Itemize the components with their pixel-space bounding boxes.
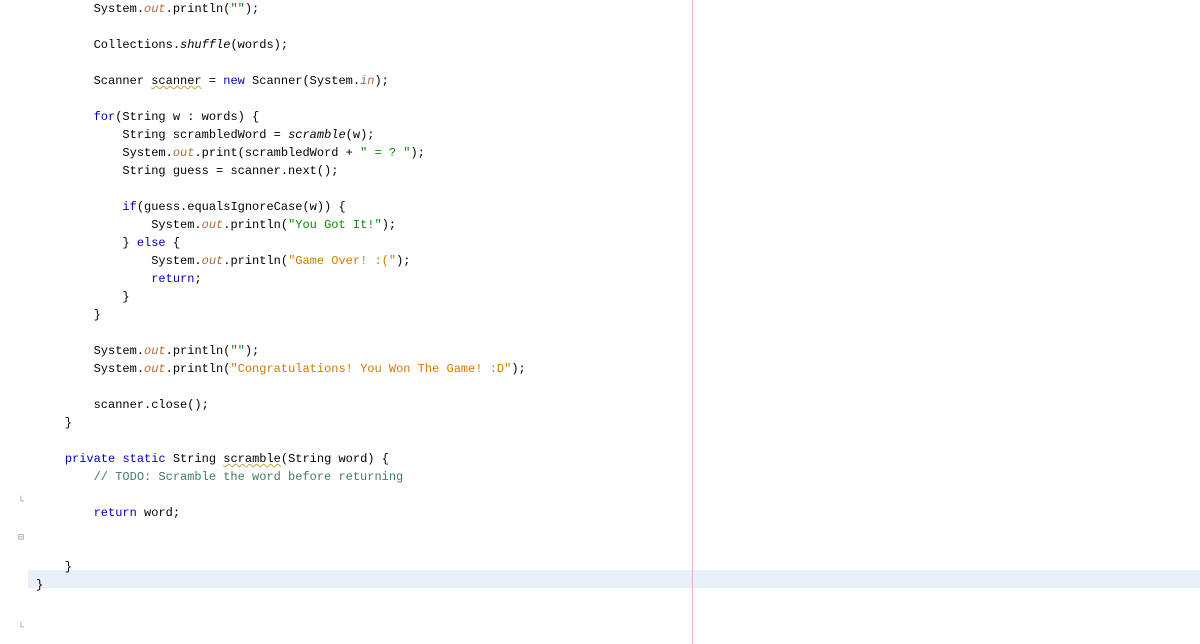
code-line: }	[36, 560, 72, 574]
code-line: System.out.println("Game Over! :(");	[36, 254, 411, 268]
code-line: System.out.println("");	[36, 344, 259, 358]
code-line: }	[36, 416, 72, 430]
code-line: // TODO: Scramble the word before return…	[36, 470, 403, 484]
code-line: System.out.print(scrambledWord + " = ? "…	[36, 146, 425, 160]
fold-toggle-icon[interactable]: ⊟	[18, 534, 24, 544]
code-line: String guess = scanner.next();	[36, 164, 338, 178]
code-editor[interactable]: └ ⊟ └ System.out.println(""); Collection…	[0, 0, 1200, 644]
fold-bar[interactable]: └ ⊟ └	[16, 0, 28, 644]
code-line: System.out.println("Congratulations! You…	[36, 362, 526, 376]
editor-gutter	[0, 0, 16, 644]
code-line: if(guess.equalsIgnoreCase(w)) {	[36, 200, 346, 214]
code-line: }	[36, 578, 43, 592]
fold-end-icon: └	[18, 624, 24, 634]
code-line: return word;	[36, 506, 180, 520]
code-line: }	[36, 290, 130, 304]
code-line: scanner.close();	[36, 398, 209, 412]
code-line: }	[36, 308, 101, 322]
code-line: for(String w : words) {	[36, 110, 259, 124]
code-line: } else {	[36, 236, 180, 250]
source-code[interactable]: System.out.println(""); Collections.shuf…	[28, 0, 1200, 594]
code-line: private static String scramble(String wo…	[36, 452, 389, 466]
code-line: return;	[36, 272, 202, 286]
code-line: Scanner scanner = new Scanner(System.in)…	[36, 74, 389, 88]
code-area[interactable]: System.out.println(""); Collections.shuf…	[28, 0, 1200, 644]
fold-end-icon: └	[18, 498, 24, 508]
code-line: System.out.println("You Got It!");	[36, 218, 396, 232]
code-line: Collections.shuffle(words);	[36, 38, 288, 52]
code-line: System.out.println("");	[36, 2, 259, 16]
code-line: String scrambledWord = scramble(w);	[36, 128, 374, 142]
